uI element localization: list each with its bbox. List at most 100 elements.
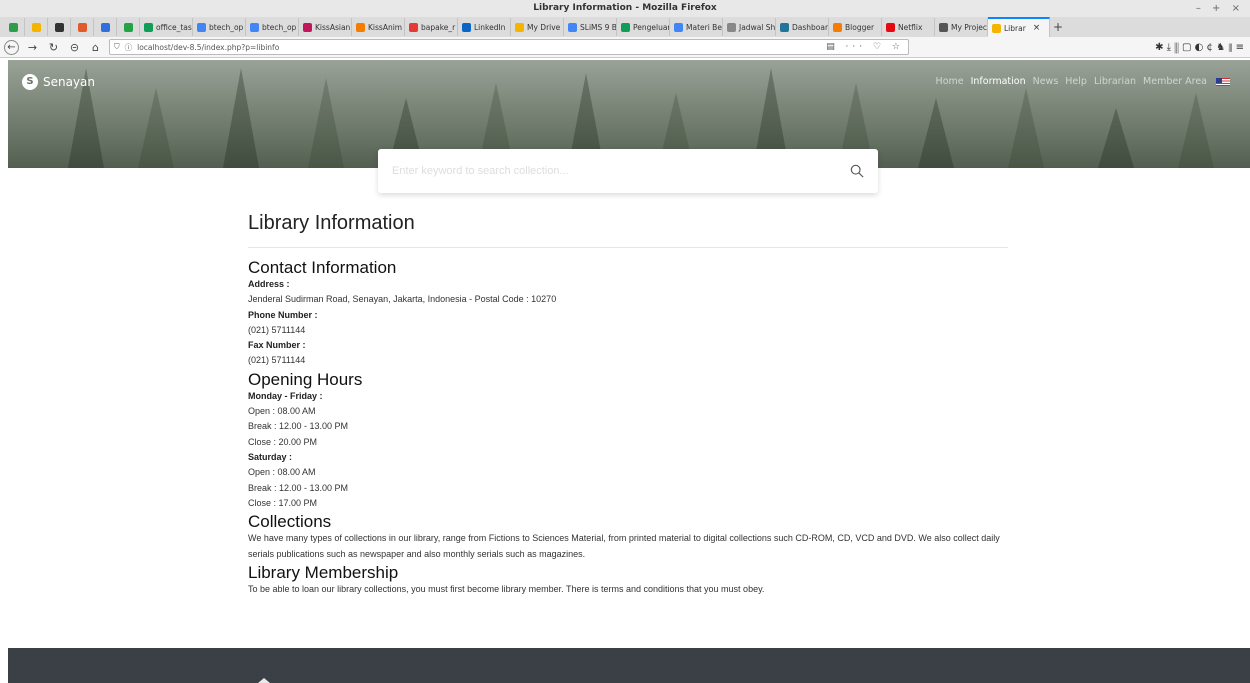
main-content: Library Information Contact Information … [248,212,1008,598]
tab-label: Pengeluar [633,22,670,32]
browser-tab[interactable]: btech_op [193,18,246,36]
search-box [378,149,878,193]
tab-label: Blogger [845,22,875,32]
slims-logo-icon: S [22,74,38,90]
address-label: Address : [248,279,290,289]
navigation-toolbar: ← → ↻ ⊝ ⌂ ⛉ ⓘ localhost/dev-8.5/index.ph… [0,37,1250,58]
window-titlebar: Library Information - Mozilla Firefox – … [0,0,1250,17]
fax-label: Fax Number : [248,340,306,351]
weekday-open: Open : 08.00 AM [248,406,316,417]
tab-label: My Drive [527,22,561,32]
browser-tab[interactable]: Blogger [829,18,882,36]
tab-strip: office_tas btech_op btech_op KissAsian KissA… [0,17,1250,37]
tab-label: btech_op [209,22,244,32]
browser-tab[interactable]: My Projec [935,18,988,36]
tab-label: bapake_r [421,22,456,32]
phone-value: (021) 5711144 [248,324,306,335]
browser-tab[interactable]: Materi Be [670,18,723,36]
browser-tab[interactable]: KissAnim [352,18,405,36]
nav-link-help[interactable]: Help [1065,76,1087,87]
site-brand[interactable]: S Senayan [22,74,95,90]
browser-tab[interactable] [71,18,94,36]
language-flag-icon[interactable] [1216,77,1230,86]
brand-name: Senayan [43,75,96,89]
info-icon[interactable]: ⓘ [125,42,133,53]
title-divider [248,247,1008,248]
footer-logo-icon [258,678,270,683]
tab-favicon-icon [31,22,41,32]
browser-tab[interactable]: bapake_r [405,18,458,36]
tab-label: LinkedIn [474,22,506,32]
browser-tab[interactable]: KissAsian [299,18,352,36]
nav-link-information[interactable]: Information [971,76,1026,87]
tab-favicon-icon [197,22,206,32]
tab-favicon-icon [462,22,471,32]
browser-tab[interactable]: btech_op [246,18,299,36]
forward-button[interactable]: → [25,41,40,54]
tab-favicon-icon [939,22,948,32]
browser-tab[interactable]: LinkedIn [458,18,511,36]
tab-favicon-icon [833,22,842,32]
reload-button[interactable]: ↻ [46,41,61,54]
browser-tab[interactable]: Netflix [882,18,935,36]
tab-label: KissAnim [368,22,403,32]
tab-label: Jadwal Sh [739,22,776,32]
collections-heading: Collections [248,512,332,532]
tab-label: Materi Be [686,22,722,32]
tab-favicon-icon [303,22,312,32]
url-action-icons[interactable]: ▤ ··· ♡ ☆ [826,42,904,52]
browser-tab[interactable]: Pengeluar [617,18,670,36]
tab-favicon-icon [54,22,64,32]
new-tab-button[interactable]: + [1050,20,1066,34]
saturday-break: Break : 12.00 - 13.00 PM [248,482,349,493]
window-controls[interactable]: – + × [1196,0,1244,17]
nav-link-home[interactable]: Home [936,76,964,87]
url-text[interactable]: localhost/dev-8.5/index.php?p=libinfo [137,43,821,52]
toolbar-icons[interactable]: ✱ ⤓ ⫼ ▢ ◐ ¢ ♞ ⫴ ≡ [1155,42,1246,53]
tab-favicon-icon [409,22,418,32]
opening-hours-heading: Opening Hours [248,369,363,389]
tab-favicon-icon [100,22,110,32]
browser-tab[interactable] [94,18,117,36]
contact-heading: Contact Information [248,258,397,277]
url-bar[interactable]: ⛉ ⓘ localhost/dev-8.5/index.php?p=libinf… [109,39,909,55]
browser-tab[interactable] [48,18,71,36]
tab-favicon-icon [780,22,789,32]
browser-tab[interactable]: Jadwal Sh [723,18,776,36]
nav-link-librarian[interactable]: Librarian [1094,76,1136,87]
tab-favicon-icon [356,22,365,32]
tab-label: Netflix [898,22,923,32]
browser-tab[interactable]: Librar × [988,17,1050,37]
site-nav: Home Information News Help Librarian Member A… [936,76,1230,87]
weekday-close: Close : 20.00 PM [248,436,318,447]
stop-icon[interactable]: ⊝ [67,41,82,54]
browser-tab[interactable] [2,18,25,36]
browser-tab[interactable] [25,18,48,36]
nav-link-member-area[interactable]: Member Area [1143,76,1207,87]
browser-tab[interactable]: My Drive [511,18,564,36]
search-input[interactable] [392,165,850,177]
tab-label: office_tas [156,22,192,32]
tab-label: SLiMS 9 B [580,22,617,32]
collections-text: We have many types of collections in our… [248,533,1000,559]
tab-favicon-icon [674,22,683,32]
tab-favicon-icon [992,23,1001,33]
tab-favicon-icon [144,22,153,32]
back-button[interactable]: ← [4,39,19,55]
search-icon[interactable] [850,164,864,178]
tab-close-icon[interactable]: × [1033,23,1041,33]
browser-tab[interactable]: Dashboar [776,18,829,36]
tab-label: My Projec [951,22,988,32]
tab-favicon-icon [515,22,524,32]
tab-favicon-icon [123,22,133,32]
membership-text: To be able to loan our library collectio… [248,584,765,595]
shield-icon[interactable]: ⛉ [114,42,120,52]
browser-tab[interactable]: office_tas [140,18,193,36]
home-button[interactable]: ⌂ [88,41,103,54]
nav-link-news[interactable]: News [1033,76,1059,87]
browser-tab[interactable] [117,18,140,36]
browser-tab[interactable]: SLiMS 9 B [564,18,617,36]
tab-label: btech_op [262,22,297,32]
tab-favicon-icon [621,22,630,32]
membership-heading: Library Membership [248,563,399,583]
